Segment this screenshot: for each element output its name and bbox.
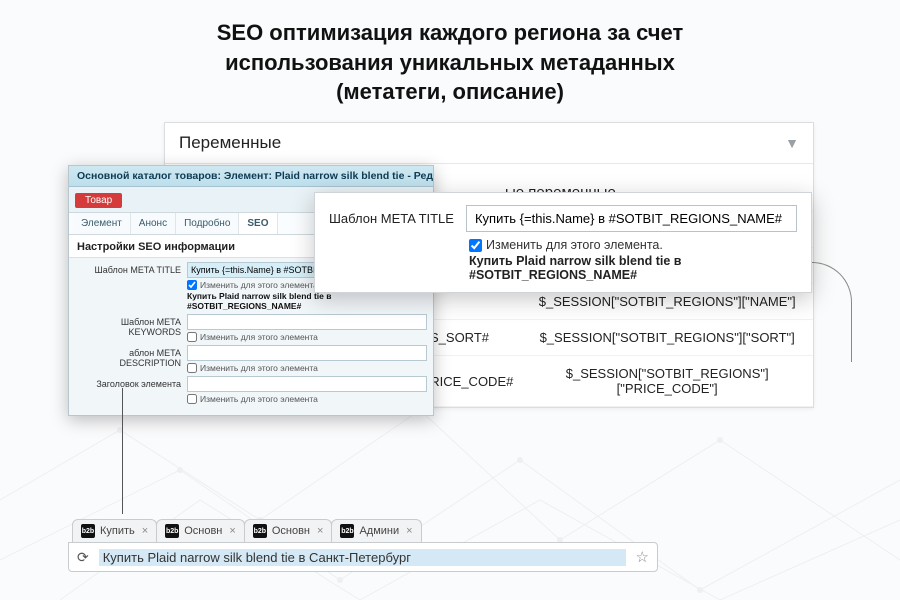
seo-label: Заголовок элемента <box>75 376 187 389</box>
connector-line <box>122 388 123 514</box>
meta-title-result: Купить Plaid narrow silk blend tie в #SO… <box>187 291 427 311</box>
element-title-input[interactable] <box>187 376 427 392</box>
seo-row-meta-keywords: Шаблон META KEYWORDS Изменить для этого … <box>75 314 427 342</box>
page-heading: SEO оптимизация каждого региона за счет … <box>0 0 900 113</box>
close-icon[interactable]: × <box>317 525 323 537</box>
seo-row-element-title: Заголовок элемента Изменить для этого эл… <box>75 376 427 404</box>
browser-address-bar: ⟳ Купить Plaid narrow silk blend tie в С… <box>68 542 658 572</box>
element-title-override-checkbox[interactable] <box>187 394 197 404</box>
tpl-override-checkbox[interactable] <box>469 239 482 252</box>
catalog-type-badge: Товар <box>75 193 122 208</box>
browser-url[interactable]: Купить Plaid narrow silk blend tie в Сан… <box>99 549 626 566</box>
variables-title: Переменные <box>179 133 281 153</box>
browser-tab[interactable]: b2b Основн × <box>156 519 245 542</box>
browser-tab[interactable]: b2b Основн × <box>244 519 333 542</box>
tpl-result: Купить Plaid narrow silk blend tie в #SO… <box>469 254 797 282</box>
tab-anons[interactable]: Анонс <box>131 213 176 234</box>
chevron-down-icon: ▼ <box>785 135 799 151</box>
meta-description-input[interactable] <box>187 345 427 361</box>
meta-title-override-checkbox[interactable] <box>187 280 197 290</box>
seo-label: Шаблон META KEYWORDS <box>75 314 187 337</box>
seo-row-meta-description: аблон META DESCRIPTION Изменить для этог… <box>75 345 427 373</box>
bookmark-star-icon[interactable]: ☆ <box>636 548 649 566</box>
browser-mock: b2b Купить × b2b Основн × b2b Основн × b… <box>68 519 658 572</box>
meta-keywords-input[interactable] <box>187 314 427 330</box>
seo-label: Шаблон META TITLE <box>75 262 187 275</box>
browser-tabstrip: b2b Купить × b2b Основн × b2b Основн × b… <box>68 519 658 542</box>
close-icon[interactable]: × <box>406 525 412 537</box>
meta-title-popover: Шаблон META TITLE Изменить для этого эле… <box>314 192 812 293</box>
favicon-icon: b2b <box>340 524 354 538</box>
tpl-label: Шаблон META TITLE <box>329 211 454 226</box>
tab-element[interactable]: Элемент <box>73 213 131 234</box>
variables-panel-header[interactable]: Переменные ▼ <box>165 123 813 164</box>
favicon-icon: b2b <box>253 524 267 538</box>
browser-tab[interactable]: b2b Купить × <box>72 519 157 542</box>
meta-keywords-override-checkbox[interactable] <box>187 332 197 342</box>
favicon-icon: b2b <box>81 524 95 538</box>
favicon-icon: b2b <box>165 524 179 538</box>
seo-label: аблон META DESCRIPTION <box>75 345 187 368</box>
close-icon[interactable]: × <box>142 525 148 537</box>
tab-detail[interactable]: Подробно <box>176 213 239 234</box>
tpl-input[interactable] <box>466 205 797 232</box>
browser-tab[interactable]: b2b Админи × <box>331 519 421 542</box>
close-icon[interactable]: × <box>229 525 235 537</box>
tab-seo[interactable]: SEO <box>239 213 277 234</box>
reload-icon[interactable]: ⟳ <box>77 549 89 566</box>
catalog-window-title: Основной каталог товаров: Элемент: Plaid… <box>69 166 433 187</box>
meta-description-override-checkbox[interactable] <box>187 363 197 373</box>
